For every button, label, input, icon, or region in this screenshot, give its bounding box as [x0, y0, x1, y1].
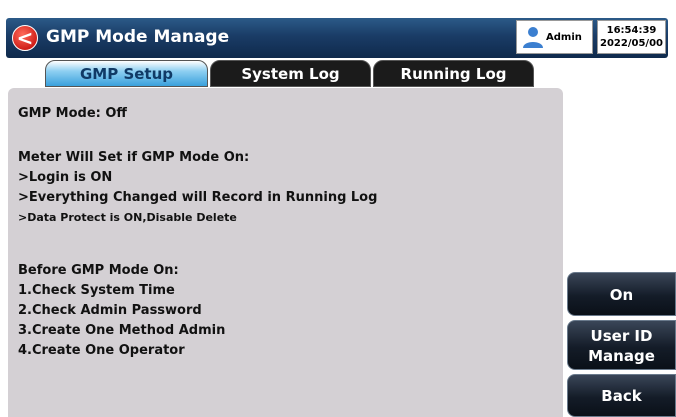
before-item: 1.Check System Time: [18, 283, 175, 298]
title-bar: < GMP Mode Manage Admin 16:54:39 2022/05…: [6, 18, 668, 58]
gmp-mode-status: GMP Mode: Off: [18, 106, 127, 121]
page-title: GMP Mode Manage: [46, 27, 230, 47]
meter-item: >Login is ON: [18, 170, 113, 185]
meter-heading: Meter Will Set if GMP Mode On:: [18, 150, 250, 165]
user-indicator[interactable]: Admin: [516, 20, 593, 54]
before-item: 4.Create One Operator: [18, 343, 185, 358]
gmp-mode-manage-screen: < GMP Mode Manage Admin 16:54:39 2022/05…: [0, 0, 676, 417]
clock: 16:54:39 2022/05/00: [597, 20, 666, 54]
tab-bar: GMP Setup System Log Running Log: [0, 58, 676, 88]
tab-gmp-setup[interactable]: GMP Setup: [45, 60, 208, 87]
user-id-manage-label-line1: User ID: [590, 327, 653, 345]
user-id-manage-label-line2: Manage: [588, 347, 655, 365]
gmp-setup-panel: GMP Mode: Off Meter Will Set if GMP Mode…: [8, 88, 563, 417]
before-heading: Before GMP Mode On:: [18, 263, 179, 278]
clock-time: 16:54:39: [606, 25, 657, 36]
tab-system-log[interactable]: System Log: [210, 60, 371, 87]
before-item: 2.Check Admin Password: [18, 303, 202, 318]
meter-item: >Data Protect is ON,Disable Delete: [18, 211, 237, 224]
before-item: 3.Create One Method Admin: [18, 323, 226, 338]
on-button[interactable]: On: [567, 272, 676, 316]
back-arrow-icon[interactable]: <: [12, 25, 38, 51]
clock-date: 2022/05/00: [600, 38, 663, 49]
user-icon: [523, 27, 543, 48]
user-id-manage-button[interactable]: User ID Manage: [567, 320, 676, 370]
back-button[interactable]: Back: [567, 374, 676, 417]
user-name: Admin: [546, 32, 582, 43]
meter-item: >Everything Changed will Record in Runni…: [18, 190, 378, 205]
tab-running-log[interactable]: Running Log: [373, 60, 534, 87]
